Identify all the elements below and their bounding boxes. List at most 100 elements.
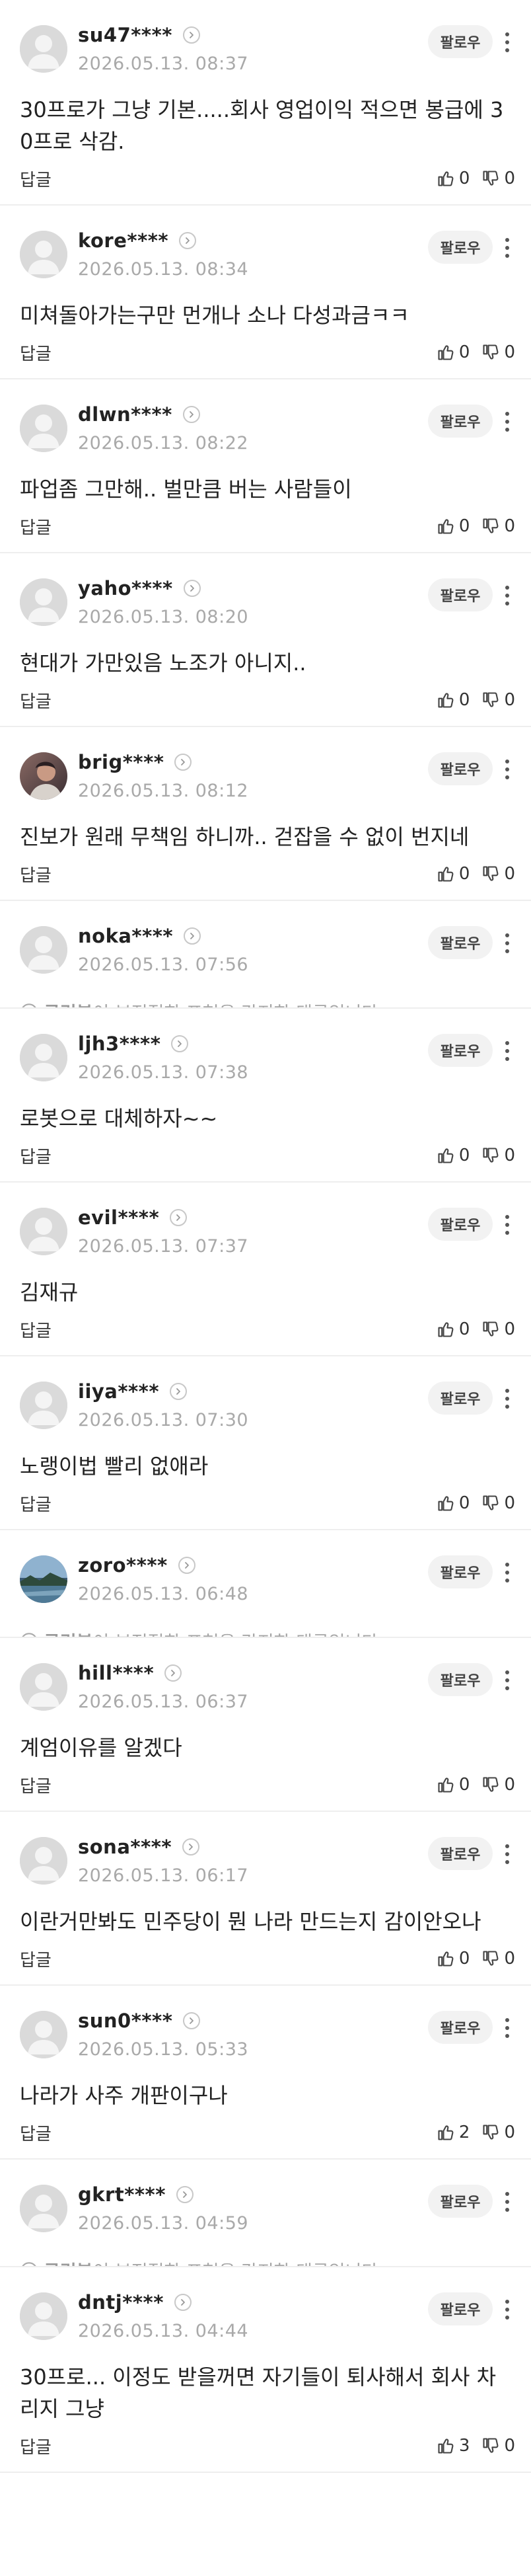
follow-button[interactable]: 팔로우 — [428, 1663, 493, 1696]
nickname[interactable]: brig**** — [78, 751, 164, 773]
avatar[interactable] — [20, 1382, 67, 1429]
dislike-button[interactable]: 0 — [481, 1319, 515, 1339]
avatar[interactable] — [20, 578, 67, 626]
nickname[interactable]: gkrt**** — [78, 2183, 166, 2206]
follow-button[interactable]: 팔로우 — [428, 25, 493, 58]
profile-chevron-icon[interactable] — [164, 1664, 182, 1682]
more-options-icon[interactable] — [499, 754, 515, 785]
avatar[interactable] — [20, 2011, 67, 2058]
avatar[interactable] — [20, 1208, 67, 1255]
nickname[interactable]: dntj**** — [78, 2291, 164, 2314]
reply-button[interactable]: 답글 — [20, 1144, 52, 1168]
profile-chevron-icon[interactable] — [171, 1035, 189, 1052]
follow-button[interactable]: 팔로우 — [428, 1382, 493, 1415]
more-options-icon[interactable] — [499, 1383, 515, 1415]
dislike-button[interactable]: 0 — [481, 1146, 515, 1165]
like-button[interactable]: 0 — [437, 169, 470, 188]
cleanbot-brand[interactable]: 클린봇 — [44, 999, 93, 1007]
avatar[interactable] — [20, 25, 67, 73]
avatar[interactable] — [20, 231, 67, 278]
nickname[interactable]: zoro**** — [78, 1554, 168, 1577]
profile-chevron-icon[interactable] — [182, 26, 200, 44]
more-options-icon[interactable] — [499, 232, 515, 264]
avatar[interactable] — [20, 926, 67, 974]
more-options-icon[interactable] — [499, 580, 515, 611]
profile-chevron-icon[interactable] — [182, 1838, 200, 1855]
profile-chevron-icon[interactable] — [178, 1557, 195, 1574]
reply-button[interactable]: 답글 — [20, 862, 52, 886]
like-button[interactable]: 0 — [437, 342, 470, 362]
profile-chevron-icon[interactable] — [179, 232, 197, 249]
nickname[interactable]: noka**** — [78, 925, 173, 947]
like-button[interactable]: 0 — [437, 1493, 470, 1513]
reply-button[interactable]: 답글 — [20, 688, 52, 713]
dislike-button[interactable]: 0 — [481, 2436, 515, 2456]
like-button[interactable]: 0 — [437, 1146, 470, 1165]
follow-button[interactable]: 팔로우 — [428, 1208, 493, 1241]
profile-chevron-icon[interactable] — [184, 927, 201, 945]
dislike-button[interactable]: 0 — [481, 169, 515, 188]
more-options-icon[interactable] — [499, 2012, 515, 2044]
like-button[interactable]: 0 — [437, 516, 470, 536]
nickname[interactable]: dlwn**** — [78, 403, 172, 426]
more-options-icon[interactable] — [499, 1209, 515, 1241]
follow-button[interactable]: 팔로우 — [428, 2185, 493, 2218]
dislike-button[interactable]: 0 — [481, 1775, 515, 1795]
profile-chevron-icon[interactable] — [183, 580, 201, 597]
more-options-icon[interactable] — [499, 2294, 515, 2325]
avatar[interactable] — [20, 405, 67, 452]
follow-button[interactable]: 팔로우 — [428, 405, 493, 438]
like-button[interactable]: 0 — [437, 1775, 470, 1795]
reply-button[interactable]: 답글 — [20, 340, 52, 365]
nickname[interactable]: sona**** — [78, 1836, 172, 1858]
follow-button[interactable]: 팔로우 — [428, 1837, 493, 1870]
reply-button[interactable]: 답글 — [20, 167, 52, 191]
avatar[interactable] — [20, 2185, 67, 2232]
reply-button[interactable]: 답글 — [20, 1947, 52, 1971]
dislike-button[interactable]: 0 — [481, 342, 515, 362]
follow-button[interactable]: 팔로우 — [428, 231, 493, 264]
follow-button[interactable]: 팔로우 — [428, 578, 493, 611]
avatar[interactable] — [20, 752, 67, 800]
like-button[interactable]: 0 — [437, 1949, 470, 1969]
more-options-icon[interactable] — [499, 1838, 515, 1870]
cleanbot-brand[interactable]: 클린봇 — [44, 2257, 93, 2266]
more-options-icon[interactable] — [499, 1035, 515, 1067]
reply-button[interactable]: 답글 — [20, 2121, 52, 2145]
avatar[interactable] — [20, 1555, 67, 1603]
nickname[interactable]: iiya**** — [78, 1380, 159, 1403]
follow-button[interactable]: 팔로우 — [428, 1034, 493, 1067]
dislike-button[interactable]: 0 — [481, 1493, 515, 1513]
nickname[interactable]: su47**** — [78, 24, 172, 46]
like-button[interactable]: 0 — [437, 690, 470, 710]
profile-chevron-icon[interactable] — [174, 2294, 192, 2311]
more-options-icon[interactable] — [499, 406, 515, 438]
profile-chevron-icon[interactable] — [174, 754, 192, 771]
follow-button[interactable]: 팔로우 — [428, 1555, 493, 1588]
dislike-button[interactable]: 0 — [481, 1949, 515, 1969]
dislike-button[interactable]: 0 — [481, 516, 515, 536]
avatar[interactable] — [20, 1837, 67, 1885]
nickname[interactable]: kore**** — [78, 229, 168, 252]
nickname[interactable]: hill**** — [78, 1662, 154, 1684]
follow-button[interactable]: 팔로우 — [428, 2292, 493, 2325]
follow-button[interactable]: 팔로우 — [428, 2011, 493, 2044]
reply-button[interactable]: 답글 — [20, 514, 52, 539]
reply-button[interactable]: 답글 — [20, 2434, 52, 2458]
nickname[interactable]: evil**** — [78, 1206, 159, 1229]
more-options-icon[interactable] — [499, 1557, 515, 1588]
like-button[interactable]: 2 — [437, 2123, 470, 2142]
dislike-button[interactable]: 0 — [481, 2123, 515, 2142]
profile-chevron-icon[interactable] — [182, 406, 200, 423]
more-options-icon[interactable] — [499, 927, 515, 959]
like-button[interactable]: 0 — [437, 1319, 470, 1339]
reply-button[interactable]: 답글 — [20, 1773, 52, 1797]
more-options-icon[interactable] — [499, 1664, 515, 1696]
follow-button[interactable]: 팔로우 — [428, 926, 493, 959]
avatar[interactable] — [20, 1663, 67, 1711]
reply-button[interactable]: 답글 — [20, 1491, 52, 1516]
follow-button[interactable]: 팔로우 — [428, 752, 493, 785]
profile-chevron-icon[interactable] — [176, 2186, 194, 2203]
profile-chevron-icon[interactable] — [183, 2012, 201, 2029]
dislike-button[interactable]: 0 — [481, 690, 515, 710]
